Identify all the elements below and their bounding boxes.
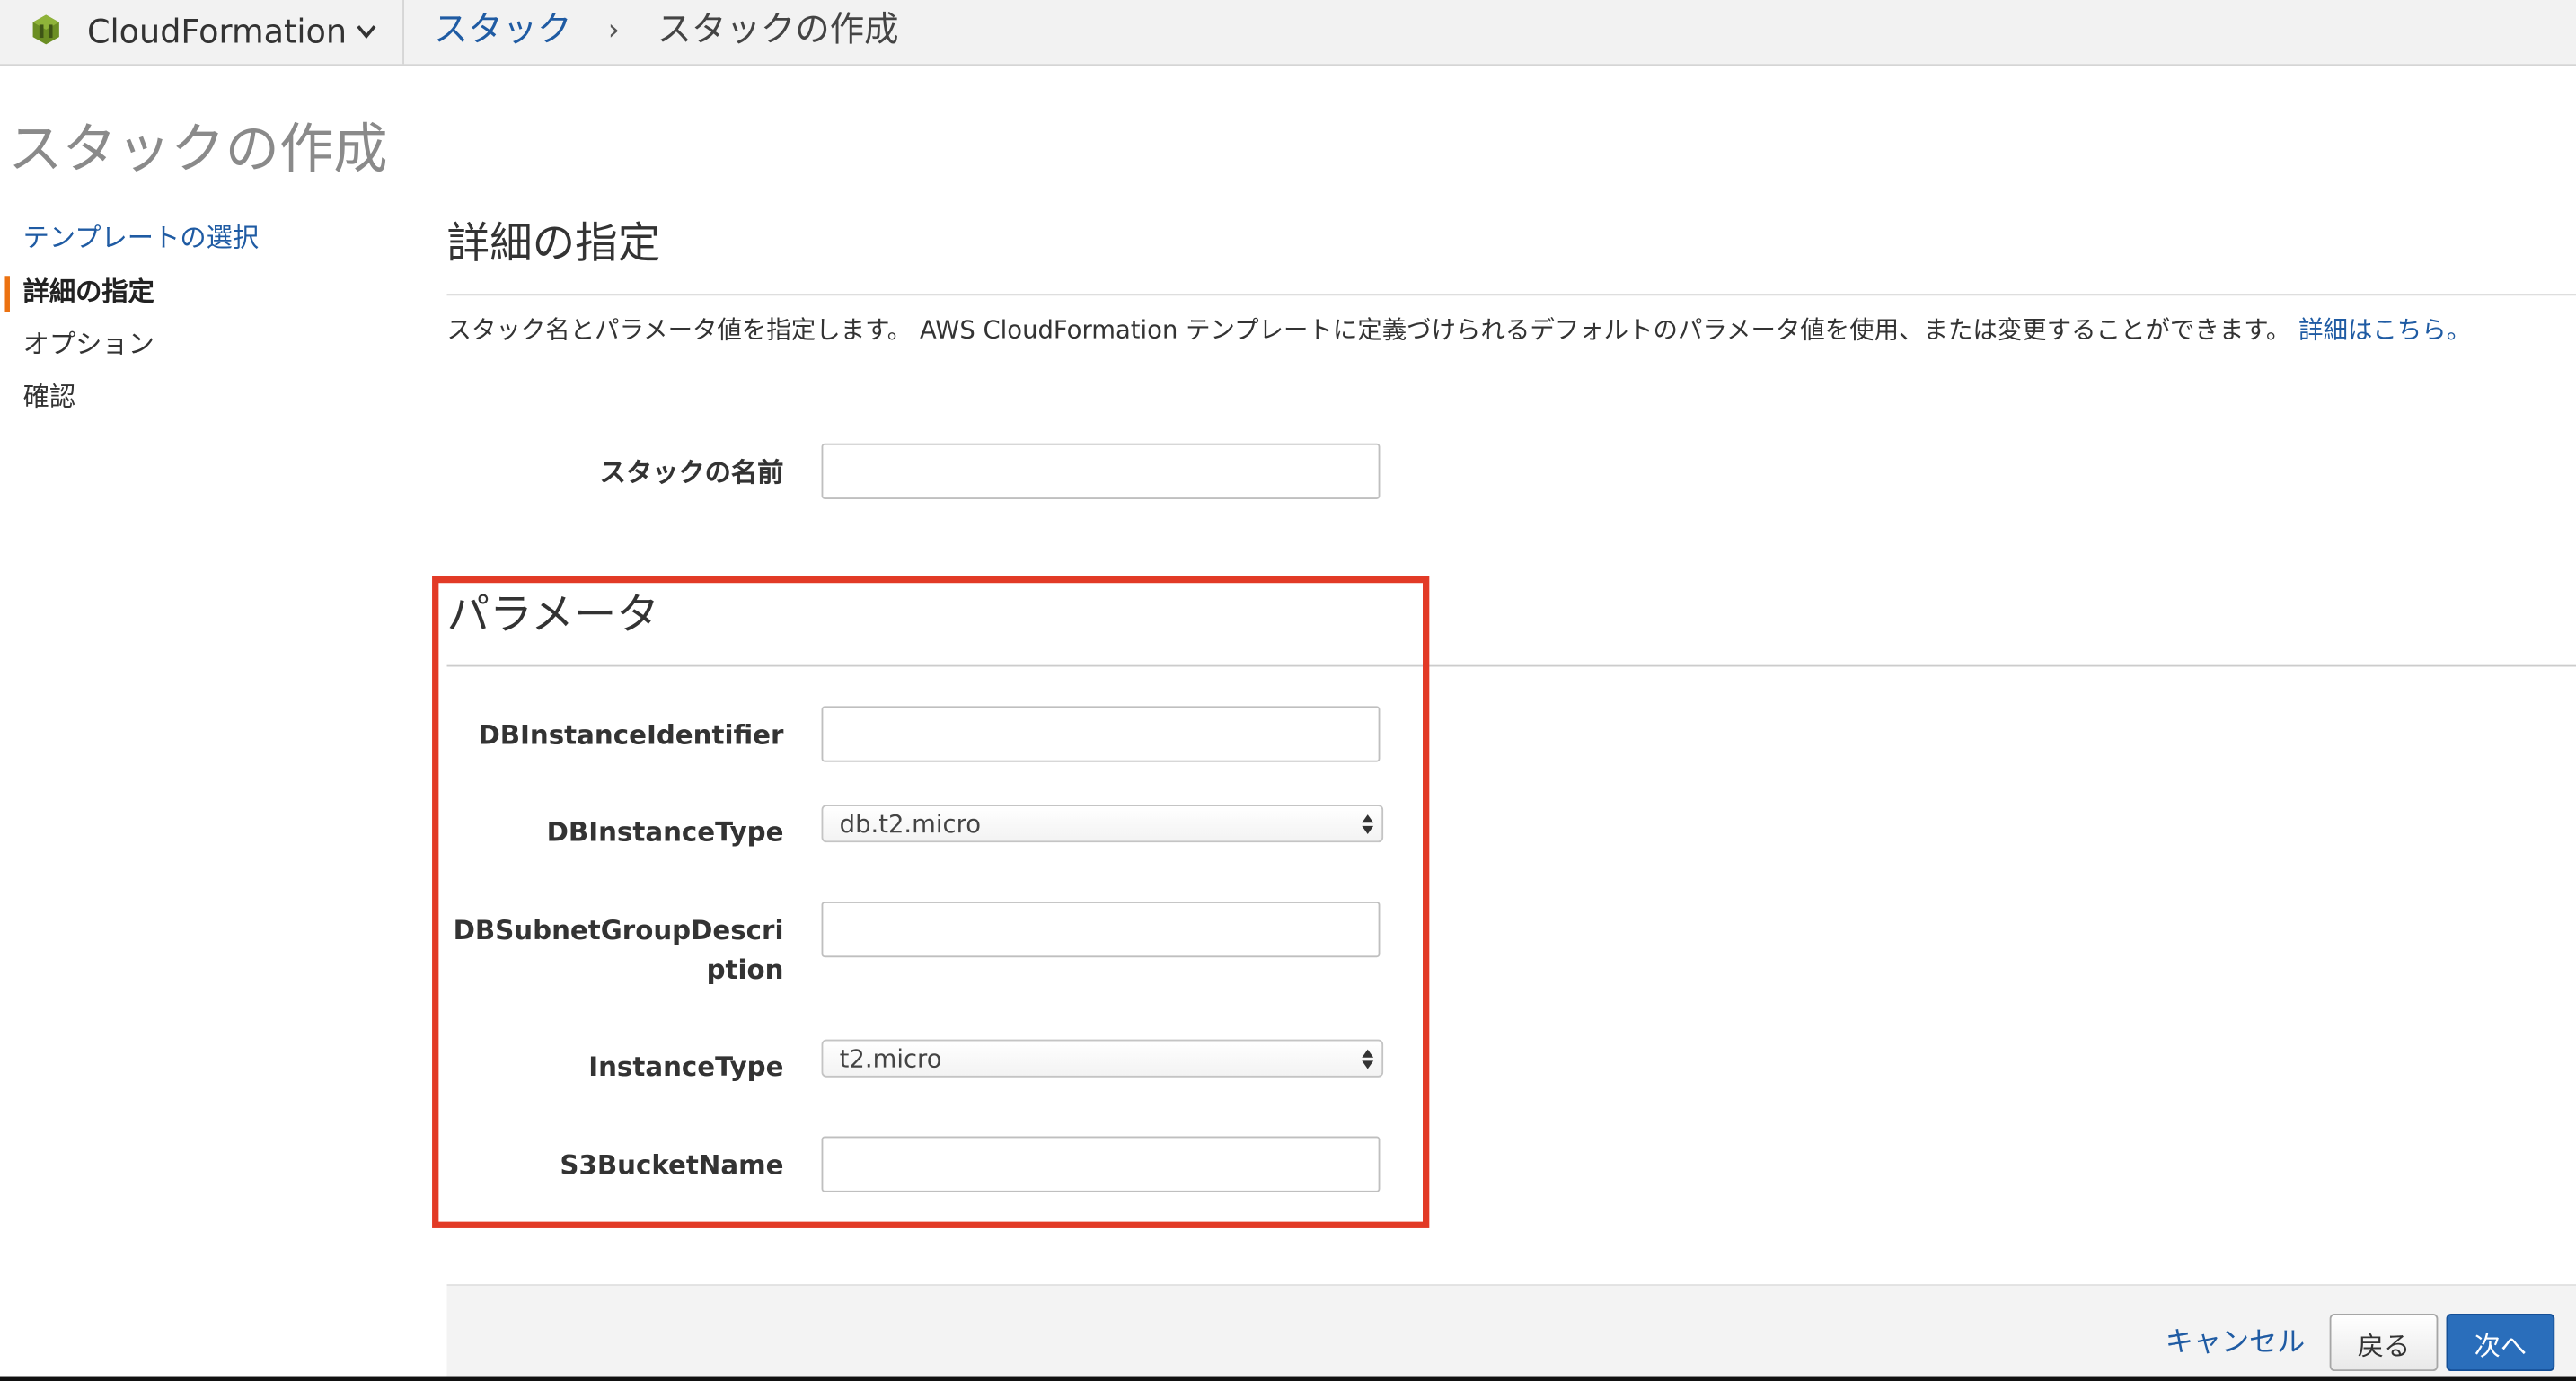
details-section-divider (446, 294, 2576, 296)
console-viewport: CloudFormation スタック › スタックの作成 スタックの作成 テン… (0, 0, 2576, 1381)
db-instance-identifier-input[interactable] (821, 706, 1381, 762)
details-section-title: 詳細の指定 (446, 220, 661, 269)
stack-name-input[interactable] (821, 443, 1381, 499)
page-title: スタックの作成 (8, 116, 388, 181)
service-menu-button[interactable]: CloudFormation (0, 0, 404, 65)
breadcrumb-current: スタックの作成 (657, 9, 899, 49)
next-button[interactable]: 次へ (2446, 1314, 2555, 1372)
window-bottom-edge (0, 1376, 2576, 1381)
back-button[interactable]: 戻る (2329, 1314, 2439, 1372)
wizard-step-specify-details: 詳細の指定 (22, 276, 154, 307)
db-instance-type-label: DBInstanceType (546, 815, 784, 848)
active-step-indicator (4, 276, 10, 312)
learn-more-link[interactable]: 詳細はこちら。 (2298, 315, 2471, 345)
service-name: CloudFormation (86, 11, 348, 51)
instance-type-value: t2.micro (839, 1044, 942, 1075)
stack-name-label: スタックの名前 (599, 456, 784, 488)
select-arrows-icon (1362, 814, 1374, 835)
select-arrows-icon (1362, 1049, 1374, 1069)
cancel-link[interactable]: キャンセル (2166, 1325, 2305, 1361)
db-instance-identifier-label: DBInstanceIdentifier (478, 719, 784, 751)
s3-bucket-name-input[interactable] (821, 1136, 1381, 1192)
wizard-step-options: オプション (22, 328, 154, 360)
wizard-step-select-template[interactable]: テンプレートの選択 (23, 222, 260, 255)
instance-type-label: InstanceType (588, 1051, 784, 1083)
breadcrumb-stacks-link[interactable]: スタック (434, 8, 572, 51)
wizard-step-review: 確認 (22, 381, 76, 413)
instance-type-select[interactable]: t2.micro (821, 1039, 1384, 1078)
breadcrumb-separator: › (607, 13, 620, 48)
db-instance-type-value: db.t2.micro (839, 809, 982, 840)
chevron-down-icon (357, 25, 376, 40)
parameters-section-divider (446, 664, 2576, 667)
page-root: CloudFormation スタック › スタックの作成 スタックの作成 テン… (0, 0, 2576, 1381)
db-subnet-group-description-label: DBSubnetGroupDescription (453, 914, 784, 986)
db-subnet-group-description-input[interactable] (821, 902, 1381, 958)
db-instance-type-select[interactable]: db.t2.micro (821, 805, 1384, 843)
details-description-text: スタック名とパラメータ値を指定します。 AWS CloudFormation テ… (446, 315, 2291, 346)
cloudformation-logo-icon (32, 14, 59, 45)
parameters-section-title: パラメータ (446, 591, 659, 641)
top-navigation-bar: CloudFormation スタック › スタックの作成 (0, 0, 2576, 66)
details-description: スタック名とパラメータ値を指定します。 AWS CloudFormation テ… (447, 313, 2472, 347)
s3-bucket-name-label: S3BucketName (560, 1149, 784, 1181)
